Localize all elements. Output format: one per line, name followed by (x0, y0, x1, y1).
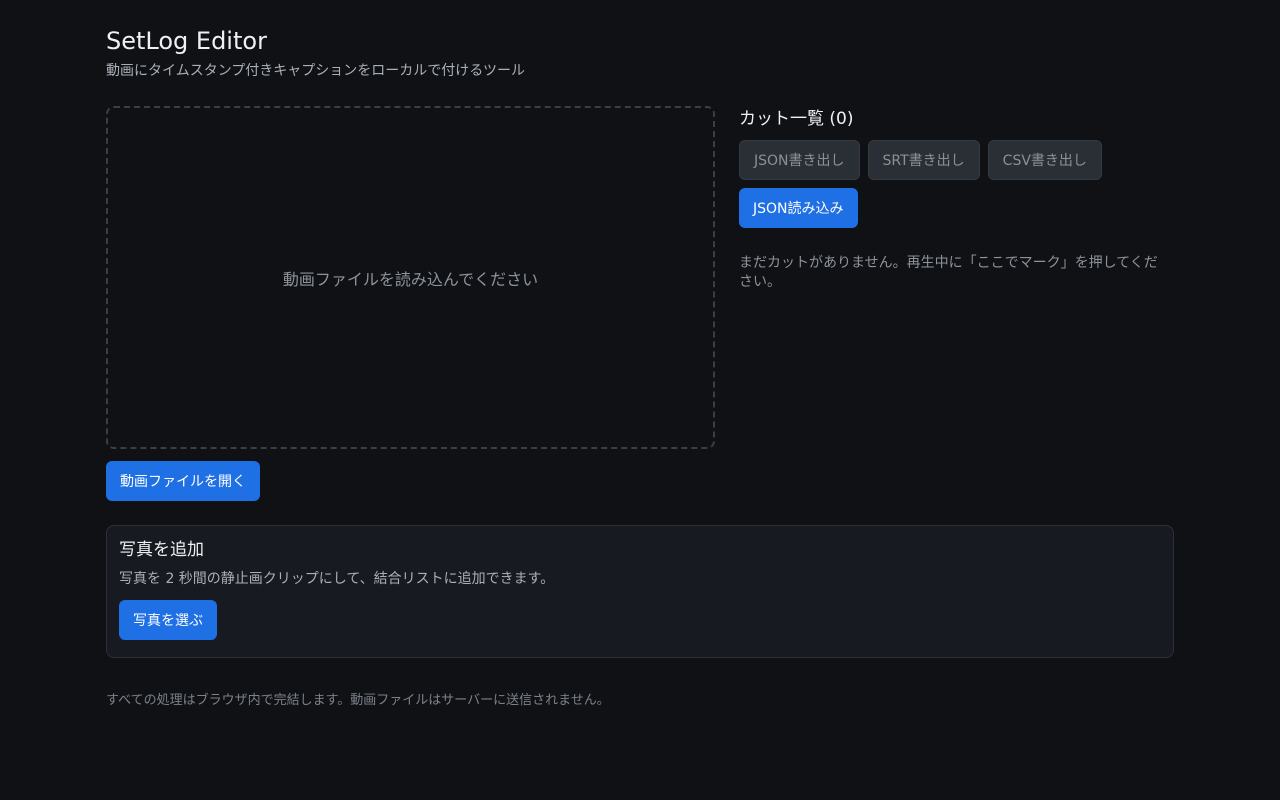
video-dropzone[interactable]: 動画ファイルを読み込んでください (106, 106, 715, 449)
open-video-button[interactable]: 動画ファイルを開く (106, 461, 260, 501)
select-photo-button[interactable]: 写真を選ぶ (119, 600, 217, 640)
add-photo-panel: 写真を追加 写真を 2 秒間の静止画クリップにして、結合リストに追加できます。 … (106, 525, 1174, 658)
add-photo-title: 写真を追加 (119, 540, 204, 560)
export-srt-button[interactable]: SRT書き出し (867, 140, 980, 180)
add-photo-description: 写真を 2 秒間の静止画クリップにして、結合リストに追加できます。 (119, 571, 555, 587)
import-button-row: JSON読み込み (739, 188, 1179, 228)
import-json-button[interactable]: JSON読み込み (739, 188, 858, 228)
header: SetLog Editor 動画にタイムスタンプ付きキャプションをローカルで付け… (106, 26, 525, 80)
export-button-row: JSON書き出し SRT書き出し CSV書き出し (739, 140, 1179, 180)
cut-list-panel: カット一覧 (0) JSON書き出し SRT書き出し CSV書き出し JSON読… (739, 106, 1179, 292)
export-csv-button[interactable]: CSV書き出し (987, 140, 1102, 180)
cut-list-empty-message: まだカットがありません。再生中に「ここでマーク」を押してください。 (739, 255, 1158, 290)
page-title: SetLog Editor (106, 27, 267, 55)
footer-note: すべての処理はブラウザ内で完結します。動画ファイルはサーバーに送信されません。 (106, 693, 610, 708)
app-page: SetLog Editor 動画にタイムスタンプ付きキャプションをローカルで付け… (0, 0, 1280, 800)
page-subtitle: 動画にタイムスタンプ付きキャプションをローカルで付けるツール (106, 63, 526, 79)
export-json-button[interactable]: JSON書き出し (739, 140, 860, 180)
video-placeholder-text: 動画ファイルを読み込んでください (282, 269, 539, 289)
cut-list-heading: カット一覧 (0) (739, 109, 854, 129)
